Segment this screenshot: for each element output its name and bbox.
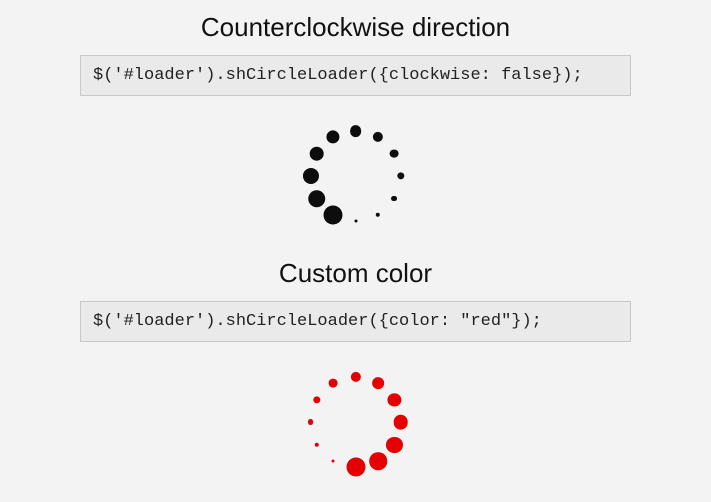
loader-wrap-2	[80, 362, 631, 482]
loader-dot	[350, 372, 360, 382]
loader-dot	[393, 415, 408, 430]
loader-dot	[302, 168, 318, 184]
loader-dot	[308, 190, 326, 208]
code-box-1: $('#loader').shCircleLoader({clockwise: …	[80, 55, 631, 96]
section-title-1: Counterclockwise direction	[80, 12, 631, 43]
loader-dot	[308, 419, 314, 425]
loader-dot	[386, 436, 402, 452]
loader-dot	[388, 393, 401, 406]
loader-wrap-1	[80, 116, 631, 236]
loader-dot	[314, 442, 318, 446]
section-title-2: Custom color	[80, 258, 631, 289]
loader-dot	[392, 196, 398, 202]
loader-dot	[332, 459, 335, 462]
loader-dot	[390, 149, 399, 158]
circle-loader-red	[296, 362, 416, 482]
loader-dot	[376, 213, 380, 217]
loader-dot	[313, 396, 320, 403]
code-box-2: $('#loader').shCircleLoader({color: "red…	[80, 301, 631, 342]
loader-dot	[309, 146, 324, 161]
loader-dot	[354, 220, 357, 223]
loader-dot	[369, 452, 387, 470]
loader-dot	[346, 458, 365, 477]
loader-dot	[329, 379, 338, 388]
loader-dot	[397, 172, 404, 179]
circle-loader-ccw	[296, 116, 416, 236]
loader-dot	[373, 132, 383, 142]
loader-dot	[324, 205, 343, 224]
loader-dot	[326, 130, 339, 143]
loader-dot	[350, 125, 362, 137]
loader-dot	[372, 377, 384, 389]
page-container: Counterclockwise direction $('#loader').…	[0, 0, 711, 482]
